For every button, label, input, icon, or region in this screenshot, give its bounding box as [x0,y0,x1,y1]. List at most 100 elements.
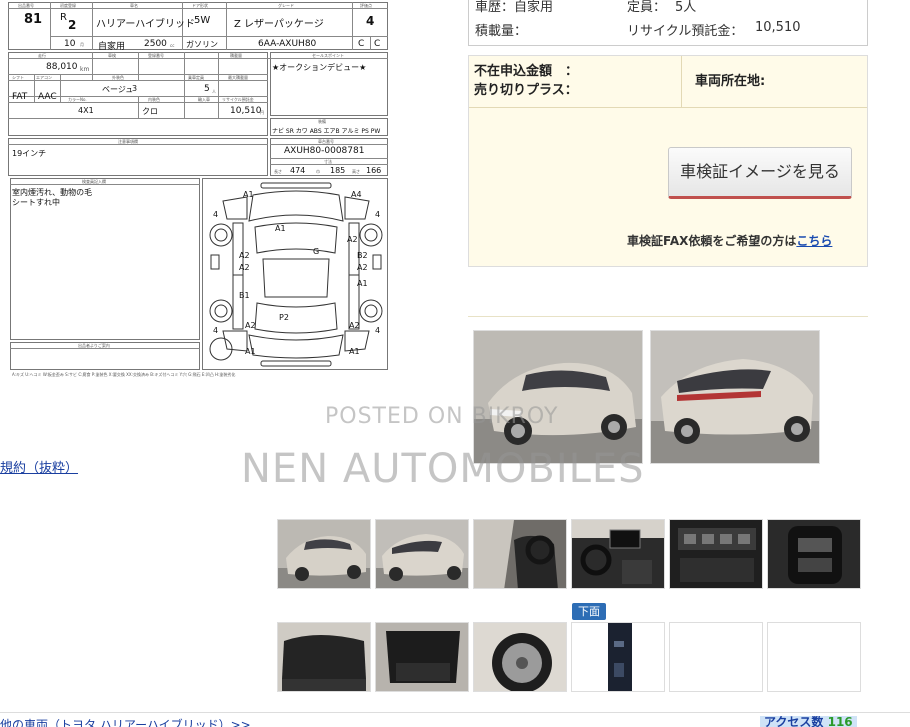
header-label-first-reg: 初度登録 [60,3,76,8]
tire-depth: 4 [375,210,381,219]
damage-mark: A1 [243,190,254,199]
thumbnail-rear[interactable] [375,519,469,589]
vehicle-location-label: 車両所在地: [695,74,766,89]
length-label: 長さ [274,169,282,174]
month-unit: 月 [80,42,84,47]
equipment-value: ナビ SR カワ ABS エアB アルミ PS PW [272,128,381,135]
mileage-unit: km [80,66,90,73]
label-aircon: エアコン [36,75,52,80]
thumbnail-overhead[interactable] [767,519,861,589]
interior-grade: C [358,39,365,49]
damage-mark: A1 [275,224,286,233]
damage-mark: B1 [239,291,250,300]
info-separator [468,316,868,317]
capacity-value: 5人 [675,0,697,15]
underside-badge: 下面 [572,603,606,620]
car-name: ハリアーハイブリッド [96,19,195,30]
grade-name: Z レザーパッケージ [234,19,324,30]
drive-value: 4X1 [78,106,94,115]
displacement: 2500 [144,39,167,49]
header-label-door: ドア形状 [192,3,208,8]
thumbnail-trunk[interactable] [375,622,469,692]
main-photo-rear[interactable] [650,330,820,464]
chassis-value: AXUH80-0008781 [284,146,365,156]
inspector-label: 検査員記入欄 [82,179,106,184]
dashboard-thumb-icon [572,520,664,588]
rear-seat-thumb-icon [278,623,370,691]
width-label: 巾 [316,169,320,174]
thumbnail-dashboard[interactable] [571,519,665,589]
damage-mark: A1 [245,347,256,356]
displacement-unit: cc [170,43,175,48]
thumbnail-front[interactable] [277,519,371,589]
label-recycle: リサイクル預託金 [222,97,254,102]
tire-depth: 4 [375,326,381,335]
ext-color-value: ベージュ [102,85,134,94]
recycle-label: リサイクル預託金： [627,24,744,39]
thumbnail-underside[interactable] [571,622,665,692]
rules-link[interactable]: 規約（抜粋） [0,457,78,476]
recycle-value: 10,510 [230,106,262,116]
note-label: 注意事項欄 [118,139,138,144]
watermark-dealer: NEN AUTOMOBILES [241,446,645,492]
note-text: 19インチ [12,149,47,158]
height-value: 166 [366,166,382,175]
label-import: 輸入車 [198,97,210,102]
label-reg-no: 登録番号 [148,53,164,58]
header-label-car-name: 車名 [130,3,138,8]
access-count-value: 116 [827,716,853,727]
view-registration-image-button[interactable]: 車検証イメージを見る [668,147,852,199]
damage-mark: A1 [357,279,368,288]
damage-mark: B2 [357,251,368,260]
access-count-label: アクセス数 [764,716,824,727]
recycle-value: 10,510 [755,20,801,35]
damage-mark: A2 [349,321,360,330]
bid-info-box: 不在申込金額 ： 売り切りプラス： 車両所在地: 車検証イメージを見る 車検証F… [468,55,868,267]
auction-sheet: 出品番号 初度登録 車名 ドア形状 グレード 評価点 81 R 2 ハリアーハイ… [8,0,388,382]
shift-value: FAT [12,92,28,102]
model-code: 6AA-AXUH80 [258,39,317,49]
label-color-no: カラーNo. [68,97,87,102]
overhead-console-thumb-icon [768,520,860,588]
thumbnail-driver-seat[interactable] [473,519,567,589]
seller-note-label: 出品者よりご案内 [78,343,110,348]
int-color-value: クロ [142,107,158,116]
damage-mark: A2 [347,235,358,244]
era-mark: R [60,12,67,23]
damage-mark: A2 [239,251,250,260]
car-front-thumb-icon [278,520,370,588]
door-type: 5W [194,15,211,26]
score-value: 4 [366,14,375,28]
watermark-posted: POSTED ON BIKROY [325,404,559,429]
equipment-label: 装備 [318,119,326,124]
recycle-unit: 円 [260,110,264,115]
sales-point-text: ★オークションデビュー★ [272,63,367,72]
label-sales-point: セールスポイント [312,53,344,58]
usage: 自家用 [98,42,126,52]
height-label: 高さ [352,169,360,174]
fax-request-label: 車検証FAX依頼をご希望の方は [627,234,797,248]
damage-mark: A2 [245,321,256,330]
damage-mark: A2 [357,263,368,272]
thumbnail-wheel[interactable] [473,622,567,692]
console-thumb-icon [670,520,762,588]
thumbnail-rear-seat[interactable] [277,622,371,692]
width-value: 185 [330,166,346,175]
interior-seat-thumb-icon [474,520,566,588]
spec-table: 車歴：自家用 定員： 5人 積載量： リサイクル預託金： 10,510 [468,0,868,46]
car-front-photo-icon [474,331,642,463]
other-vehicles-link[interactable]: 他の車両（トヨタ ハリアーハイブリッド）>> [0,716,251,727]
thumbnail-console[interactable] [669,519,763,589]
label-int-color: 内装色 [148,97,160,102]
damage-diagram: A1 A4 A1 A2 G A2 B2 A2 A2 A1 B1 A2 P2 A2… [202,178,388,370]
fax-request-link[interactable]: こちら [796,234,832,248]
label-load: 積載量 [230,53,242,58]
load-label: 積載量： [475,24,528,39]
color-no-value: 3 [132,84,138,93]
header-label-grade: グレード [278,3,294,8]
reg-year: 2 [68,18,77,32]
label-ext-color: 外装色 [112,75,124,80]
seats-value: 5 [204,84,210,94]
label-mileage: 走行 [38,53,46,58]
main-photo-front[interactable] [473,330,643,464]
